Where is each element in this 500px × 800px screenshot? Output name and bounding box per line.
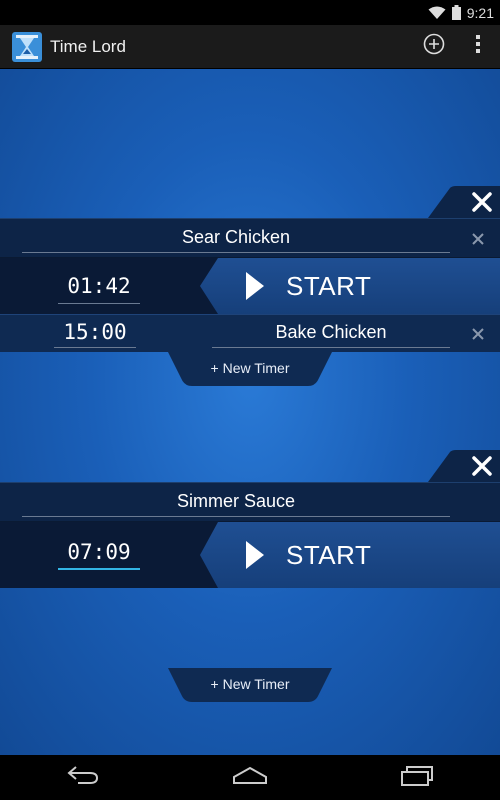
sub-timer-row: 15:00 Bake Chicken	[0, 314, 500, 352]
start-label: START	[286, 540, 372, 570]
sub-timer-time-input[interactable]: 15:00	[54, 320, 136, 348]
timer-name-row: Sear Chicken	[0, 218, 500, 258]
battery-icon	[451, 5, 461, 20]
new-timer-label: + New Timer	[210, 676, 290, 692]
timer-name-input[interactable]: Simmer Sauce	[22, 491, 450, 517]
play-icon	[244, 539, 266, 576]
navigation-bar	[0, 755, 500, 800]
add-circle-icon	[423, 33, 445, 60]
action-bar: Time Lord	[0, 25, 500, 69]
status-time: 9:21	[466, 4, 494, 21]
new-timer-label: + New Timer	[210, 360, 290, 376]
new-timer-button[interactable]: + New Timer	[168, 352, 332, 386]
close-group-button[interactable]	[428, 450, 500, 482]
start-button[interactable]: START	[200, 258, 500, 314]
recents-icon[interactable]	[400, 764, 434, 791]
timer-control-row: 01:42 START	[0, 258, 500, 314]
overflow-menu-button[interactable]	[456, 25, 500, 69]
app-title: Time Lord	[50, 36, 126, 56]
timer-time-input[interactable]: 07:09	[58, 540, 140, 570]
status-bar: 9:21	[0, 0, 500, 25]
close-icon[interactable]	[470, 326, 486, 342]
timer-name-input[interactable]: Sear Chicken	[22, 227, 450, 253]
play-icon	[244, 270, 266, 307]
home-icon[interactable]	[232, 765, 267, 790]
hourglass-icon	[12, 31, 42, 62]
start-label: START	[286, 271, 372, 301]
close-group-button[interactable]	[428, 186, 500, 218]
start-button[interactable]: START	[200, 522, 500, 588]
timer-name-row: Simmer Sauce	[0, 482, 500, 522]
close-icon	[470, 190, 494, 214]
timer-control-row: 07:09 START	[0, 522, 500, 588]
timer-list: Sear Chicken 01:42 START 15:00 Bake Chic…	[0, 69, 500, 755]
back-icon[interactable]	[66, 765, 100, 790]
sub-timer-name-input[interactable]: Bake Chicken	[212, 322, 450, 348]
add-timer-button[interactable]	[412, 25, 456, 69]
close-icon[interactable]	[470, 231, 486, 247]
overflow-menu-icon	[475, 34, 481, 59]
timer-time-input[interactable]: 01:42	[58, 274, 140, 304]
wifi-icon	[428, 6, 446, 20]
new-timer-button[interactable]: + New Timer	[168, 668, 332, 702]
close-icon	[470, 454, 494, 478]
